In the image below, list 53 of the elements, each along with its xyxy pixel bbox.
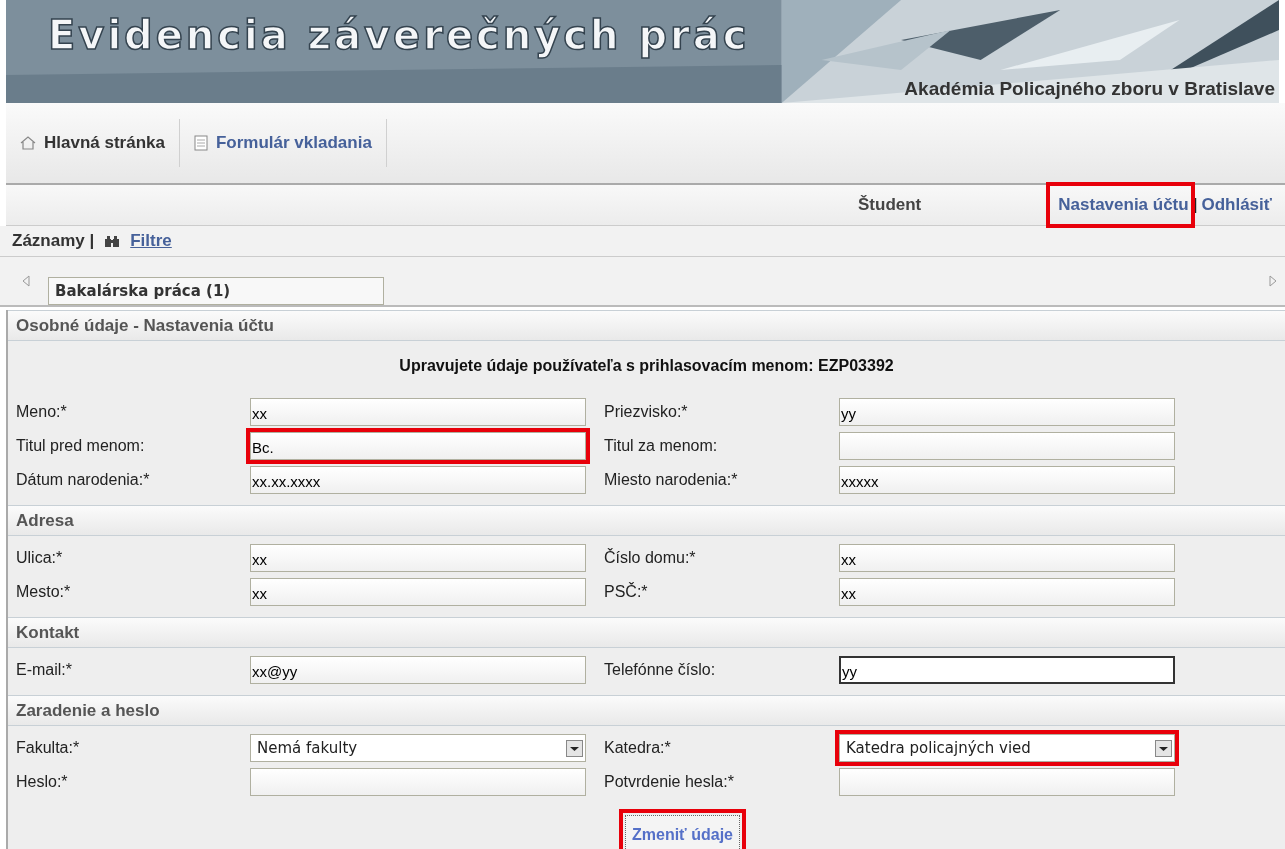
field-label: Katedra:*	[603, 739, 672, 757]
institution-name: Akadémia Policajného zboru v Bratislave	[904, 78, 1275, 100]
dropdown-field[interactable]: Katedra policajných vied	[839, 734, 1175, 762]
tab[interactable]: Bakalárska práca (1)	[48, 277, 384, 305]
scroll-left-icon[interactable]	[22, 275, 30, 287]
nav-link[interactable]: Hlavná stránka	[6, 119, 180, 167]
field-label: Telefónne číslo:	[603, 661, 717, 679]
home-icon	[20, 136, 36, 150]
input-field[interactable]: yy	[839, 656, 1175, 684]
input-field[interactable]: Bc.	[250, 432, 586, 460]
submit-button[interactable]: Zmeniť údaje	[625, 815, 740, 849]
field-label: Potvrdenie hesla:*	[603, 773, 735, 791]
account-link[interactable]: Odhlásiť	[1201, 195, 1272, 215]
document-icon	[193, 135, 208, 151]
input-field[interactable]: xx	[250, 578, 586, 606]
input-field[interactable]	[250, 768, 586, 796]
section-header: Adresa	[8, 505, 1285, 536]
field-label: Miesto narodenia:*	[603, 471, 739, 489]
field-label: Meno:*	[15, 403, 68, 421]
field-label: Číslo domu:*	[603, 549, 697, 567]
input-field[interactable]: xx	[839, 578, 1175, 606]
field-label: Fakulta:*	[15, 739, 81, 757]
input-field[interactable]	[839, 768, 1175, 796]
field-label: Mesto:*	[15, 583, 72, 601]
field-label: Priezvisko:*	[603, 403, 689, 421]
input-field[interactable]: yy	[839, 398, 1175, 426]
panel-header: Osobné údaje - Nastavenia účtu	[8, 310, 1285, 341]
field-label: PSČ:*	[603, 583, 649, 601]
user-role: Študent	[858, 195, 922, 215]
input-field[interactable]	[839, 432, 1175, 460]
field-label: Ulica:*	[15, 549, 64, 567]
account-link[interactable]: Nastavenia účtu	[1058, 195, 1189, 215]
input-field[interactable]: xx@yy	[250, 656, 586, 684]
input-field[interactable]: xx	[839, 544, 1175, 572]
intro-text: Upravujete údaje používateľa s prihlasovacím menom: EZP03392	[398, 356, 895, 376]
filter-link[interactable]: Filtre	[130, 231, 172, 251]
field-label: E-mail:*	[15, 661, 73, 679]
nav-link[interactable]: Formulár vkladania	[179, 119, 387, 167]
field-label: Heslo:*	[15, 773, 69, 791]
scroll-right-icon[interactable]	[1269, 275, 1277, 287]
site-title: Evidencia záverečných prác	[48, 12, 750, 58]
field-label: Dátum narodenia:*	[15, 471, 151, 489]
field-label: Titul za menom:	[603, 437, 719, 455]
section-header: Kontakt	[8, 617, 1285, 648]
input-field[interactable]: xx	[250, 544, 586, 572]
input-field[interactable]: xx	[250, 398, 586, 426]
dropdown-field[interactable]: Nemá fakulty	[250, 734, 586, 762]
input-field[interactable]: xx.xx.xxxx	[250, 466, 586, 494]
section-header: Zaradenie a heslo	[8, 695, 1285, 726]
records-label: Záznamy |	[12, 231, 95, 251]
binoculars-icon	[104, 234, 121, 248]
input-field[interactable]: xxxxx	[839, 466, 1175, 494]
field-label: Titul pred menom:	[15, 437, 146, 455]
